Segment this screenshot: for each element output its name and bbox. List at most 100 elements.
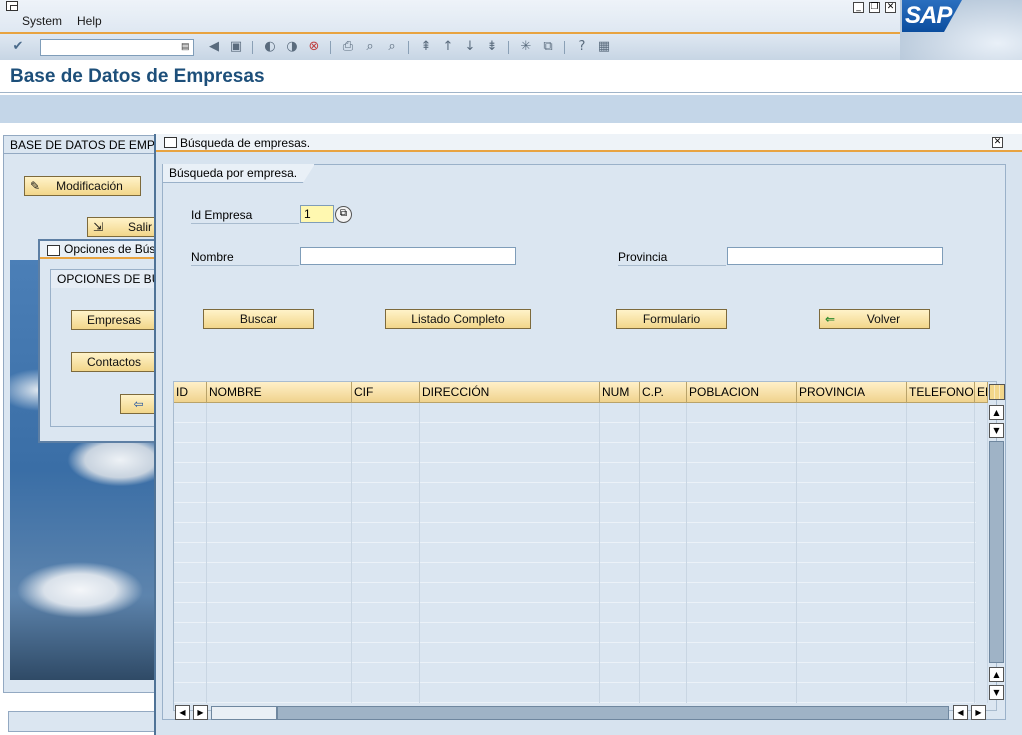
scroll-page-left-icon[interactable]: ◀ — [953, 705, 968, 720]
table-cell[interactable] — [174, 583, 207, 603]
table-cell[interactable] — [600, 483, 640, 503]
table-cell[interactable] — [687, 543, 797, 563]
table-cell[interactable] — [207, 423, 352, 443]
table-cell[interactable] — [600, 423, 640, 443]
modify-button[interactable]: ✎ Modificación — [24, 176, 141, 196]
table-row[interactable] — [174, 423, 988, 443]
previous-page-icon[interactable]: ↑ — [440, 39, 456, 55]
column-header[interactable]: CIF — [352, 382, 420, 403]
table-row[interactable] — [174, 503, 988, 523]
table-cell[interactable] — [640, 423, 687, 443]
table-cell[interactable] — [687, 483, 797, 503]
table-cell[interactable] — [687, 623, 797, 643]
column-header[interactable]: TELEFONO — [907, 382, 975, 403]
table-cell[interactable] — [797, 603, 907, 623]
table-cell[interactable] — [174, 563, 207, 583]
table-cell[interactable] — [207, 683, 352, 703]
table-cell[interactable] — [975, 503, 988, 523]
close-icon[interactable]: ✕ — [992, 137, 1003, 148]
table-cell[interactable] — [207, 643, 352, 663]
table-cell[interactable] — [207, 663, 352, 683]
table-cell[interactable] — [174, 503, 207, 523]
table-cell[interactable] — [687, 583, 797, 603]
table-cell[interactable] — [420, 623, 600, 643]
table-cell[interactable] — [420, 643, 600, 663]
menu-system[interactable]: System — [22, 14, 62, 28]
table-row[interactable] — [174, 683, 988, 703]
menu-help[interactable]: Help — [77, 14, 102, 28]
province-field[interactable] — [727, 247, 943, 265]
table-cell[interactable] — [687, 503, 797, 523]
table-cell[interactable] — [352, 483, 420, 503]
table-row[interactable] — [174, 603, 988, 623]
horizontal-scroll-thumb[interactable] — [211, 706, 277, 720]
exit-icon[interactable]: ◑ — [284, 39, 300, 55]
table-cell[interactable] — [687, 463, 797, 483]
table-cell[interactable] — [975, 683, 988, 703]
column-layout-icon[interactable] — [989, 384, 1005, 400]
layout-menu-icon[interactable]: ▦ — [596, 39, 612, 55]
scroll-page-down-icon[interactable]: ▼ — [989, 423, 1004, 438]
scroll-right-icon[interactable]: ▶ — [193, 705, 208, 720]
table-cell[interactable] — [907, 423, 975, 443]
table-cell[interactable] — [975, 663, 988, 683]
table-cell[interactable] — [352, 463, 420, 483]
table-cell[interactable] — [352, 523, 420, 543]
table-cell[interactable] — [420, 683, 600, 703]
command-field[interactable]: ▤ — [40, 39, 194, 56]
table-cell[interactable] — [687, 443, 797, 463]
table-cell[interactable] — [797, 503, 907, 523]
table-cell[interactable] — [907, 663, 975, 683]
table-cell[interactable] — [797, 663, 907, 683]
table-cell[interactable] — [352, 643, 420, 663]
table-cell[interactable] — [352, 503, 420, 523]
full-list-button[interactable]: Listado Completo — [385, 309, 531, 329]
table-cell[interactable] — [352, 603, 420, 623]
column-header[interactable]: DIRECCIÓN — [420, 382, 600, 403]
table-cell[interactable] — [975, 583, 988, 603]
table-cell[interactable] — [420, 543, 600, 563]
table-cell[interactable] — [174, 623, 207, 643]
table-cell[interactable] — [975, 543, 988, 563]
table-cell[interactable] — [207, 563, 352, 583]
table-cell[interactable] — [207, 543, 352, 563]
table-cell[interactable] — [797, 563, 907, 583]
table-cell[interactable] — [797, 683, 907, 703]
scroll-left-icon[interactable]: ◀ — [175, 705, 190, 720]
table-cell[interactable] — [687, 683, 797, 703]
search-button[interactable]: Buscar — [203, 309, 314, 329]
table-cell[interactable] — [797, 483, 907, 503]
table-cell[interactable] — [420, 443, 600, 463]
table-row[interactable] — [174, 623, 988, 643]
table-cell[interactable] — [687, 563, 797, 583]
table-cell[interactable] — [797, 543, 907, 563]
column-header[interactable]: POBLACION — [687, 382, 797, 403]
table-cell[interactable] — [174, 603, 207, 623]
table-row[interactable] — [174, 403, 988, 423]
form-button[interactable]: Formulario — [616, 309, 727, 329]
table-cell[interactable] — [797, 623, 907, 643]
table-cell[interactable] — [640, 603, 687, 623]
find-next-icon[interactable]: ⌕ — [384, 39, 400, 55]
dialog-menu-icon[interactable] — [47, 245, 60, 256]
table-cell[interactable] — [600, 683, 640, 703]
tab-search-by-company[interactable]: Búsqueda por empresa. — [163, 164, 315, 183]
table-cell[interactable] — [174, 443, 207, 463]
column-header[interactable]: NOMBRE — [207, 382, 352, 403]
table-cell[interactable] — [600, 523, 640, 543]
table-cell[interactable] — [975, 623, 988, 643]
table-cell[interactable] — [174, 543, 207, 563]
table-cell[interactable] — [420, 403, 600, 423]
table-cell[interactable] — [640, 443, 687, 463]
table-cell[interactable] — [907, 403, 975, 423]
table-cell[interactable] — [174, 403, 207, 423]
vertical-scroll-track[interactable] — [989, 441, 1004, 663]
table-cell[interactable] — [907, 543, 975, 563]
dialog-menu-icon[interactable] — [164, 137, 177, 148]
column-header[interactable]: EMAIL — [975, 382, 988, 403]
table-cell[interactable] — [975, 523, 988, 543]
table-row[interactable] — [174, 583, 988, 603]
horizontal-scroll-track[interactable] — [277, 706, 949, 720]
table-cell[interactable] — [207, 603, 352, 623]
table-row[interactable] — [174, 443, 988, 463]
